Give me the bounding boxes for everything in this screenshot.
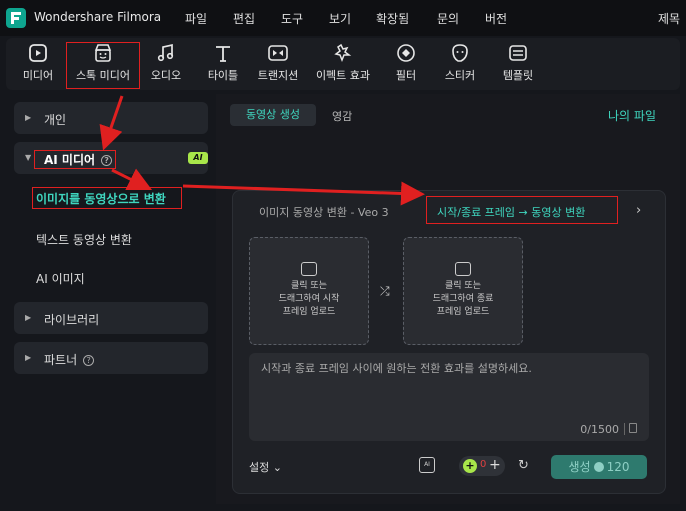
sidebar-group-label: 파트너? (44, 351, 95, 368)
my-files-link[interactable]: 나의 파일 (608, 107, 656, 124)
tool-titles[interactable]: 타이틀 (198, 42, 248, 86)
tool-media[interactable]: 미디어 (16, 42, 60, 86)
transition-icon (268, 45, 288, 61)
ai-assist-icon[interactable]: AI (419, 457, 435, 473)
sidebar-group-label: 라이브러리 (44, 313, 100, 327)
ai-badge: AI (188, 152, 208, 164)
image-icon (301, 262, 317, 276)
swap-icon[interactable]: ⤮ (380, 284, 390, 299)
tool-label: 템플릿 (502, 69, 534, 82)
menu-file[interactable]: 파일 (185, 10, 207, 27)
expand-arrow-icon: ▶ (25, 353, 32, 362)
menu-help[interactable]: 문의 (437, 10, 459, 27)
sidebar-item-text-to-video[interactable]: 텍스트 동영상 변환 (36, 231, 132, 248)
chevron-right-icon[interactable]: › (636, 203, 641, 218)
upload-end-frame[interactable]: 클릭 또는 드래그하여 종료 프레임 업로드 (403, 237, 523, 345)
tool-label: 필터 (395, 69, 417, 82)
tool-effects[interactable]: 이펙트 효과 (310, 42, 376, 86)
generate-button[interactable]: 생성 120 (551, 455, 647, 479)
sidebar-item-ai-image[interactable]: AI 이미지 (36, 270, 85, 287)
trash-icon[interactable] (629, 423, 637, 433)
sidebar-group-library[interactable]: ▶ 라이브러리 (14, 302, 208, 334)
tab-image-to-video-veo3[interactable]: 이미지 동영상 변환 - Veo 3 (259, 204, 389, 220)
coin-icon (593, 462, 604, 472)
prompt-placeholder: 시작과 종료 프레임 사이에 원하는 전환 효과를 설명하세요. (261, 362, 532, 375)
menu-extensions[interactable]: 확장됨 (376, 10, 409, 27)
annotation-box-image-to-video (32, 187, 182, 209)
generation-panel: 이미지 동영상 변환 - Veo 3 시작/종료 프레임 → 동영상 변환 › … (232, 190, 666, 494)
tool-label: 타이틀 (207, 69, 239, 82)
tool-label: 오디오 (150, 69, 182, 82)
tool-stickers[interactable]: 스티커 (438, 42, 482, 86)
tool-label: 스티커 (444, 69, 476, 82)
expand-arrow-icon: ▶ (25, 113, 32, 122)
template-icon (509, 45, 527, 61)
settings-dropdown[interactable]: 설정 ⌄ (249, 459, 282, 475)
credit-toggle[interactable]: + 0 + (459, 456, 505, 476)
char-count: 0/1500 (580, 423, 619, 436)
sticker-icon (452, 44, 468, 62)
annotation-box-stock-media (66, 42, 140, 89)
music-note-icon (157, 43, 174, 62)
menu-edit[interactable]: 편집 (233, 10, 255, 27)
plus-icon: + (489, 457, 501, 473)
plus-circle-icon: + (463, 459, 477, 473)
app-title: Wondershare Filmora (34, 10, 162, 24)
upload-label: 클릭 또는 드래그하여 종료 프레임 업로드 (432, 281, 494, 317)
sidebar-group-label: 개인 (44, 113, 67, 127)
annotation-box-start-end-frame (426, 196, 618, 224)
tool-label: 트랜지션 (257, 69, 299, 82)
tool-audio[interactable]: 오디오 (144, 42, 188, 86)
tab-inspiration[interactable]: 영감 (332, 108, 352, 124)
upload-start-frame[interactable]: 클릭 또는 드래그하여 시작 프레임 업로드 (249, 237, 369, 345)
title-bar: Wondershare Filmora 파일 편집 도구 보기 확장됨 문의 버… (0, 0, 686, 36)
divider (624, 423, 625, 435)
tool-filters[interactable]: 필터 (384, 42, 428, 86)
chevron-down-icon: ⌄ (272, 461, 282, 474)
project-title: 제목 (658, 12, 681, 26)
tool-transitions[interactable]: 트랜지션 (252, 42, 304, 86)
credit-value: 0 (480, 459, 487, 470)
expand-arrow-icon: ▶ (25, 313, 32, 322)
tool-templates[interactable]: 템플릿 (494, 42, 542, 86)
sidebar-group-personal[interactable]: ▶ 개인 (14, 102, 208, 134)
upload-label: 클릭 또는 드래그하여 시작 프레임 업로드 (278, 281, 340, 317)
tool-label: 미디어 (22, 69, 54, 82)
tool-label: 이펙트 효과 (315, 69, 371, 82)
image-icon (455, 262, 471, 276)
menu-view[interactable]: 보기 (329, 10, 351, 27)
text-t-icon (216, 46, 230, 62)
annotation-box-ai-media (34, 150, 116, 169)
help-icon: ? (83, 355, 95, 366)
sidebar-group-partner[interactable]: ▶ 파트너? (14, 342, 208, 374)
menu-tools[interactable]: 도구 (281, 10, 303, 27)
media-icon (29, 44, 47, 62)
collapse-arrow-icon: ▼ (25, 153, 32, 162)
menu-version[interactable]: 버전 (485, 10, 507, 27)
tab-video-generation[interactable]: 동영상 생성 (230, 104, 316, 126)
prompt-textarea[interactable]: 시작과 종료 프레임 사이에 원하는 전환 효과를 설명하세요. 0/1500 (249, 353, 649, 441)
effects-icon (334, 43, 352, 63)
filter-icon (397, 44, 415, 62)
refresh-icon[interactable]: ↻ (518, 458, 529, 473)
filmora-logo-icon (6, 8, 26, 28)
